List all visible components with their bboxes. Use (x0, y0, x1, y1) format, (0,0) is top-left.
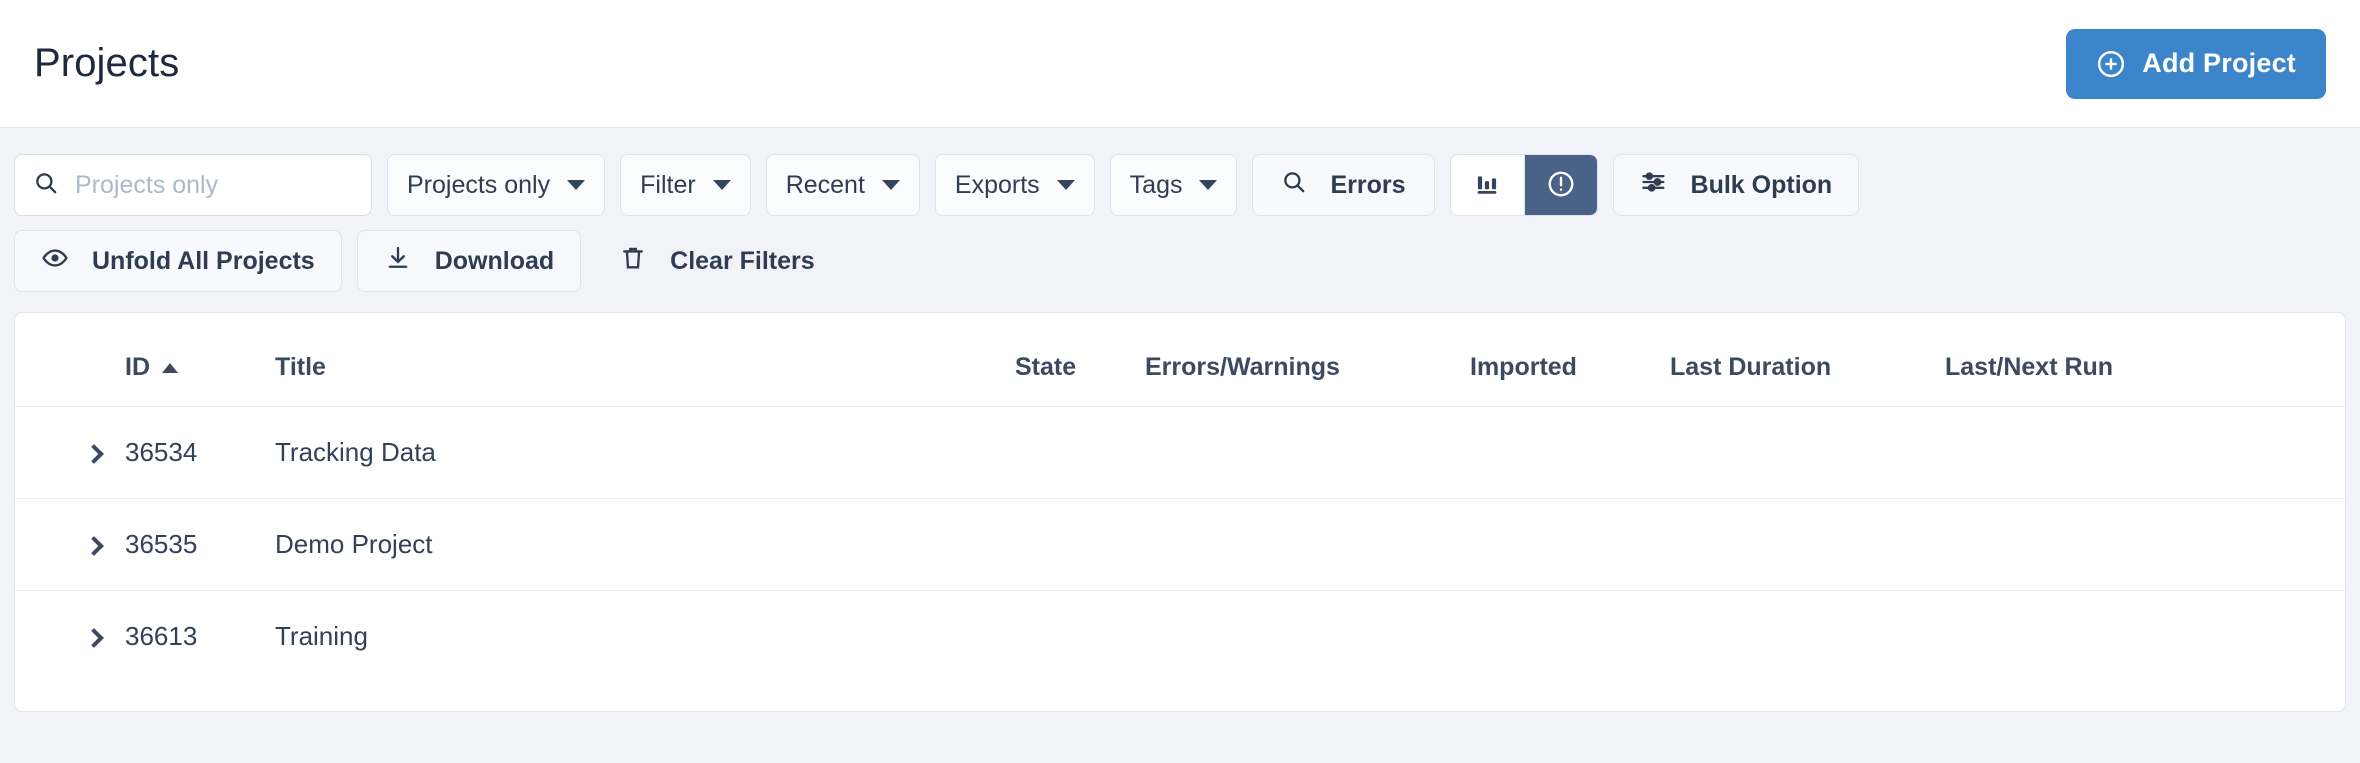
cell-last-duration (1670, 591, 1945, 683)
expand-cell[interactable] (15, 591, 125, 683)
table-header: ID Title State Errors/Warnings Imported … (15, 313, 2345, 407)
cell-last-next-run (1945, 407, 2345, 499)
clear-filters-button[interactable]: Clear Filters (596, 230, 838, 292)
search-box[interactable] (14, 154, 372, 216)
search-input[interactable] (73, 170, 353, 201)
search-icon (1281, 169, 1307, 202)
cell-imported (1470, 407, 1670, 499)
download-icon (384, 244, 412, 279)
chevron-right-icon[interactable] (84, 536, 104, 556)
column-header-title[interactable]: Title (275, 313, 1015, 407)
column-header-errors-warnings[interactable]: Errors/Warnings (1145, 313, 1470, 407)
chevron-right-icon[interactable] (84, 444, 104, 464)
download-label: Download (435, 247, 554, 276)
errors-button-label: Errors (1330, 171, 1405, 200)
cell-state (1015, 499, 1145, 591)
exports-dropdown[interactable]: Exports (935, 154, 1095, 216)
errors-search-button[interactable]: Errors (1252, 154, 1434, 216)
column-header-id-label: ID (125, 353, 150, 382)
expand-cell[interactable] (15, 499, 125, 591)
table-header-row: ID Title State Errors/Warnings Imported … (15, 313, 2345, 407)
chevron-down-icon (1057, 180, 1075, 190)
chevron-right-icon[interactable] (84, 628, 104, 648)
view-toggle-group (1450, 154, 1598, 216)
chevron-down-icon (882, 180, 900, 190)
exclamation-circle-icon (1546, 169, 1576, 202)
column-header-state[interactable]: State (1015, 313, 1145, 407)
table-row[interactable]: 36534 Tracking Data (15, 407, 2345, 499)
toolbar-row-primary: Projects only Filter Recent Exports Tags (0, 154, 2360, 216)
cell-id: 36613 (125, 591, 275, 683)
column-header-imported[interactable]: Imported (1470, 313, 1670, 407)
cell-errors-warnings (1145, 407, 1470, 499)
table-row[interactable]: 36613 Training (15, 591, 2345, 683)
tags-dropdown[interactable]: Tags (1110, 154, 1238, 216)
tags-dropdown-label: Tags (1130, 171, 1183, 200)
cell-id: 36535 (125, 499, 275, 591)
toolbar: Projects only Filter Recent Exports Tags (0, 128, 2360, 292)
cell-title[interactable]: Training (275, 591, 1015, 683)
add-project-label: Add Project (2142, 48, 2296, 79)
plus-circle-icon (2096, 49, 2126, 79)
cell-last-duration (1670, 407, 1945, 499)
chevron-down-icon (713, 180, 731, 190)
filter-dropdown-label: Filter (640, 171, 696, 200)
clear-filters-label: Clear Filters (670, 247, 815, 276)
projects-table-card: ID Title State Errors/Warnings Imported … (14, 312, 2346, 712)
cell-imported (1470, 499, 1670, 591)
sliders-icon (1640, 168, 1668, 203)
cell-last-next-run (1945, 591, 2345, 683)
cell-title[interactable]: Demo Project (275, 499, 1015, 591)
search-icon (33, 170, 59, 201)
cell-errors-warnings (1145, 499, 1470, 591)
chevron-down-icon (1199, 180, 1217, 190)
scope-dropdown[interactable]: Projects only (387, 154, 605, 216)
filter-dropdown[interactable]: Filter (620, 154, 751, 216)
unfold-all-projects-button[interactable]: Unfold All Projects (14, 230, 342, 292)
column-header-id[interactable]: ID (125, 313, 275, 407)
sort-ascending-icon (162, 363, 178, 373)
column-header-last-duration[interactable]: Last Duration (1670, 313, 1945, 407)
cell-last-duration (1670, 499, 1945, 591)
bulk-option-button[interactable]: Bulk Option (1613, 154, 1860, 216)
chevron-down-icon (567, 180, 585, 190)
table-row[interactable]: 36535 Demo Project (15, 499, 2345, 591)
exports-dropdown-label: Exports (955, 171, 1040, 200)
recent-dropdown[interactable]: Recent (766, 154, 920, 216)
eye-icon (41, 244, 69, 279)
bulk-option-label: Bulk Option (1691, 171, 1833, 200)
alert-view-button[interactable] (1524, 155, 1597, 215)
page-title: Projects (34, 41, 179, 86)
cell-errors-warnings (1145, 591, 1470, 683)
table-body: 36534 Tracking Data 36535 Demo Project (15, 407, 2345, 683)
bar-chart-icon (1473, 170, 1501, 201)
projects-table: ID Title State Errors/Warnings Imported … (15, 313, 2345, 682)
cell-imported (1470, 591, 1670, 683)
expand-cell[interactable] (15, 407, 125, 499)
cell-last-next-run (1945, 499, 2345, 591)
cell-id: 36534 (125, 407, 275, 499)
column-header-expand (15, 313, 125, 407)
recent-dropdown-label: Recent (786, 171, 865, 200)
scope-dropdown-label: Projects only (407, 171, 550, 200)
cell-state (1015, 407, 1145, 499)
download-button[interactable]: Download (357, 230, 581, 292)
toolbar-row-secondary: Unfold All Projects Download Clear Filte… (0, 230, 2360, 292)
cell-state (1015, 591, 1145, 683)
trash-icon (619, 244, 647, 279)
column-header-last-next-run[interactable]: Last/Next Run (1945, 313, 2345, 407)
cell-title[interactable]: Tracking Data (275, 407, 1015, 499)
unfold-all-label: Unfold All Projects (92, 247, 315, 276)
page-header: Projects Add Project (0, 0, 2360, 128)
bar-chart-view-button[interactable] (1451, 155, 1524, 215)
add-project-button[interactable]: Add Project (2066, 29, 2326, 99)
